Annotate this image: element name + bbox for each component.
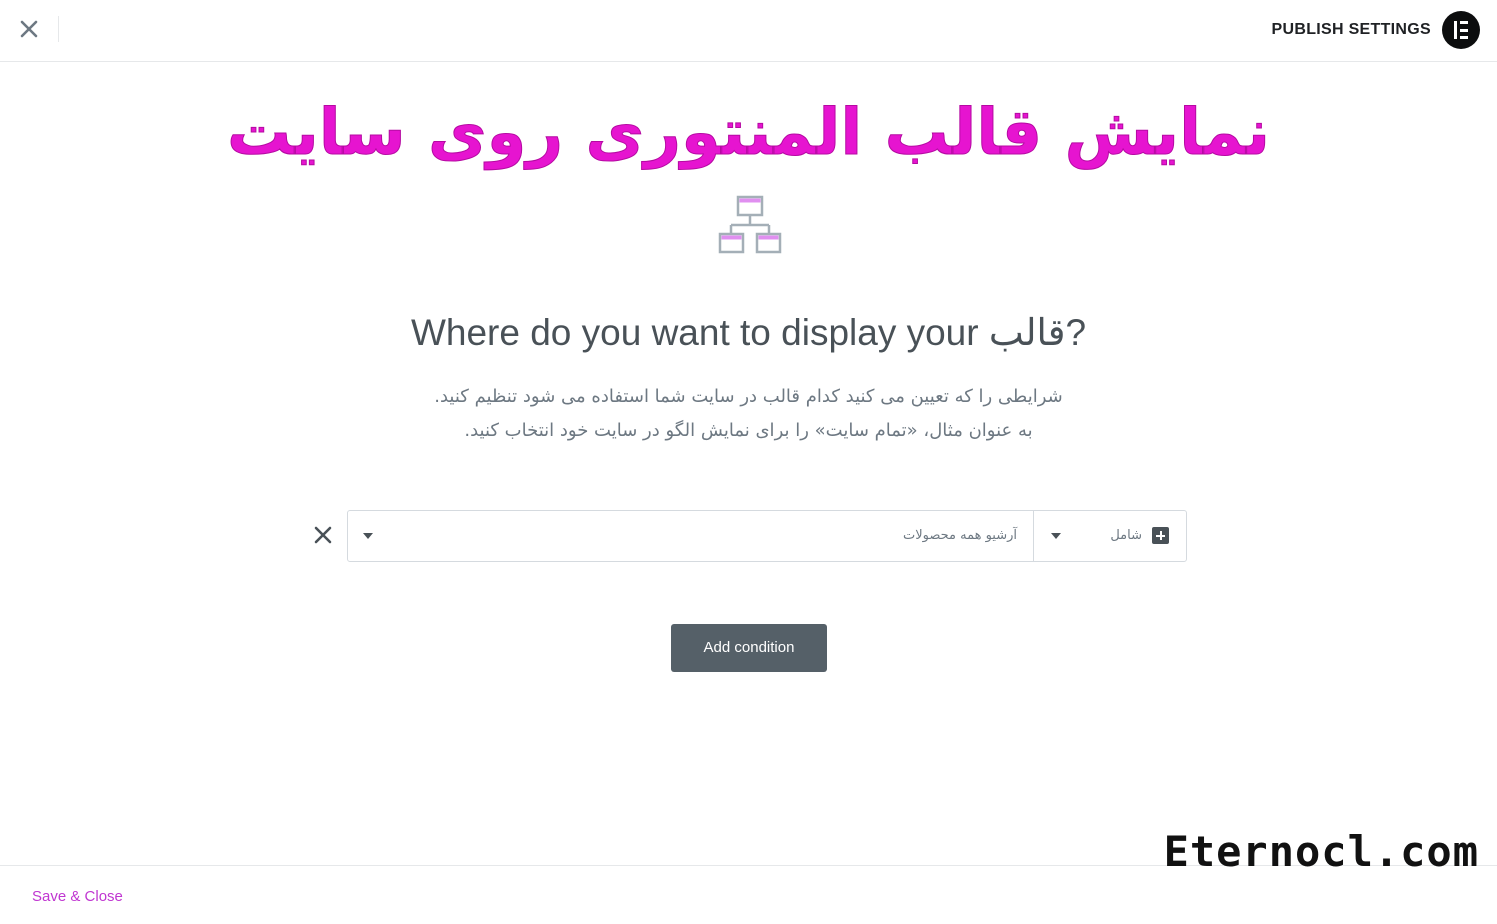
condition-type-text: شامل (1110, 528, 1142, 543)
condition-value-select[interactable]: آرشیو همه محصولات (348, 511, 1034, 561)
description-line-1: شرایطی را که تعیین می کنید کدام قالب در … (434, 386, 1063, 407)
add-condition-button[interactable]: Add condition (671, 624, 827, 672)
watermark-text: Eternocl.com (1163, 827, 1479, 876)
condition-row: آرشیو همه محصولات شامل (347, 510, 1187, 562)
heading-word: قالب (988, 312, 1066, 353)
chevron-down-icon (363, 533, 373, 539)
conditions-description: شرایطی را که تعیین می کنید کدام قالب در … (0, 380, 1497, 448)
condition-type-select[interactable]: شامل (1034, 511, 1186, 561)
page-title: PUBLISH SETTINGS (1271, 21, 1431, 38)
heading-suffix: ? (1065, 312, 1087, 353)
plus-square-icon (1152, 527, 1169, 544)
elementor-logo-icon (1442, 11, 1480, 49)
sitemap-icon (717, 195, 783, 255)
top-bar: PUBLISH SETTINGS (0, 0, 1497, 62)
description-line-2: به عنوان مثال، «تمام سایت» را برای نمایش… (464, 420, 1033, 441)
banner-title: نمایش قالب المنتوری روی سایت (226, 96, 1271, 171)
chevron-down-icon (1051, 533, 1061, 539)
conditions-heading: Where do you want to display your قالب? (0, 310, 1497, 356)
heading-prefix: Where do you want to display your (410, 312, 989, 353)
condition-value-text: آرشیو همه محصولات (902, 528, 1017, 543)
close-icon[interactable] (14, 14, 44, 44)
header-divider (58, 16, 59, 42)
save-close-link[interactable]: Save & Close (32, 888, 123, 906)
remove-condition-icon[interactable] (309, 521, 337, 549)
